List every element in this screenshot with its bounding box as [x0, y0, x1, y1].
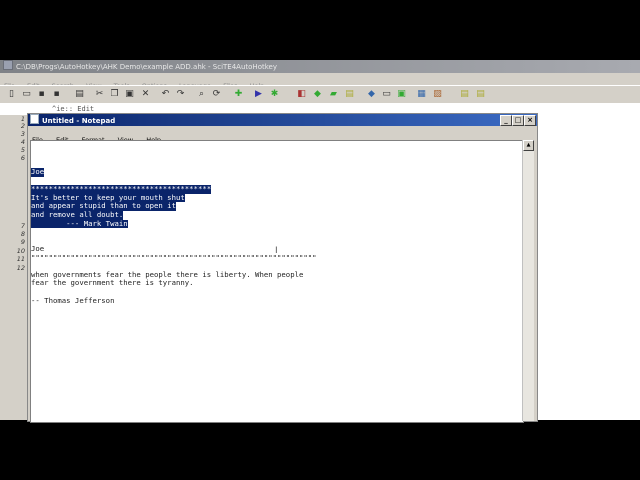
save-icon[interactable]: ▪ [36, 89, 47, 100]
compile-icon[interactable]: ✚ [233, 89, 244, 100]
tool-1-icon[interactable]: ◧ [296, 89, 307, 100]
scite-toolbar: ▯ ▭ ▪ ▪ ▤ ✂ ❐ ▣ ✕ ↶ ↷ ⌕ ⟳ ✚ ▶ ✱ ◧ ◆ ▰ ▤ … [0, 85, 640, 104]
tool-7-icon[interactable]: ▣ [396, 89, 407, 100]
debug-icon[interactable]: ✱ [269, 89, 280, 100]
tool-9-icon[interactable]: ▨ [432, 89, 443, 100]
notepad-window: Untitled - Notepad _ □ × File Edit Forma… [27, 113, 538, 423]
line-number: 4 [20, 138, 25, 146]
redo-icon[interactable]: ↷ [175, 89, 186, 100]
line-number: 12 [16, 264, 25, 272]
tool-8-icon[interactable]: ▦ [416, 89, 427, 100]
text-cursor-icon: I [275, 246, 278, 256]
notepad-app-icon [30, 114, 39, 124]
copy-icon[interactable]: ❐ [109, 89, 120, 100]
tool-11-icon[interactable]: ▤ [475, 89, 486, 100]
save-all-icon[interactable]: ▪ [51, 89, 62, 100]
run-icon[interactable]: ▶ [253, 89, 264, 100]
line-number: 2 [20, 122, 25, 130]
vertical-scrollbar[interactable]: ▲ [522, 140, 534, 421]
tool-6-icon[interactable]: ▭ [381, 89, 392, 100]
cut-icon[interactable]: ✂ [94, 89, 105, 100]
maximize-button[interactable]: □ [512, 115, 524, 126]
line-number: 8 [20, 230, 25, 238]
notepad-title-text: Untitled - Notepad [42, 117, 116, 125]
line-number: 7 [20, 222, 25, 230]
new-file-icon[interactable]: ▯ [6, 89, 17, 100]
line-number-gutter: 1 2 3 4 5 6 7 8 9 10 11 12 [0, 115, 27, 420]
notepad-title-bar[interactable]: Untitled - Notepad _ □ × [28, 114, 537, 126]
paste-icon[interactable]: ▣ [124, 89, 135, 100]
delete-icon[interactable]: ✕ [140, 89, 151, 100]
minimize-button[interactable]: _ [500, 115, 512, 126]
notepad-text-area[interactable]: Joe ************************************… [30, 140, 524, 423]
tool-5-icon[interactable]: ◆ [366, 89, 377, 100]
open-folder-icon[interactable]: ▭ [21, 89, 32, 100]
scite-app-icon [3, 60, 13, 70]
text-line: fear the government there is tyranny. [31, 278, 194, 288]
text-line: -- Thomas Jefferson [31, 295, 115, 305]
tool-3-icon[interactable]: ▰ [328, 89, 339, 100]
scite-right-pane [540, 115, 640, 420]
scite-title-bar[interactable]: C:\DB\Progs\AutoHotkey\AHK Demo\example … [0, 60, 640, 73]
scroll-up-arrow-icon[interactable]: ▲ [523, 140, 534, 151]
undo-icon[interactable]: ↶ [160, 89, 171, 100]
line-number: 10 [16, 247, 25, 255]
scite-title-text: C:\DB\Progs\AutoHotkey\AHK Demo\example … [16, 63, 277, 71]
line-number: 11 [16, 255, 25, 263]
find-icon[interactable]: ⌕ [196, 89, 207, 100]
line-number: 9 [20, 238, 25, 246]
line-number: 5 [20, 146, 25, 154]
tool-2-icon[interactable]: ◆ [312, 89, 323, 100]
tool-10-icon[interactable]: ▤ [459, 89, 470, 100]
print-icon[interactable]: ▤ [74, 89, 85, 100]
selected-line: Joe [31, 167, 45, 177]
notepad-menu-bar: File Edit Format View Help [28, 127, 537, 144]
selected-line: --- Mark Twain [31, 218, 128, 229]
replace-icon[interactable]: ⟳ [211, 89, 222, 100]
text-line: """"""""""""""""""""""""""""""""""""""""… [31, 252, 317, 262]
tool-4-icon[interactable]: ▤ [344, 89, 355, 100]
line-number: 3 [20, 130, 25, 138]
scite-menu-bar: File Edit Search View Tools Options Lang… [0, 73, 640, 90]
close-button[interactable]: × [524, 115, 536, 126]
line-number: 6 [20, 154, 25, 162]
